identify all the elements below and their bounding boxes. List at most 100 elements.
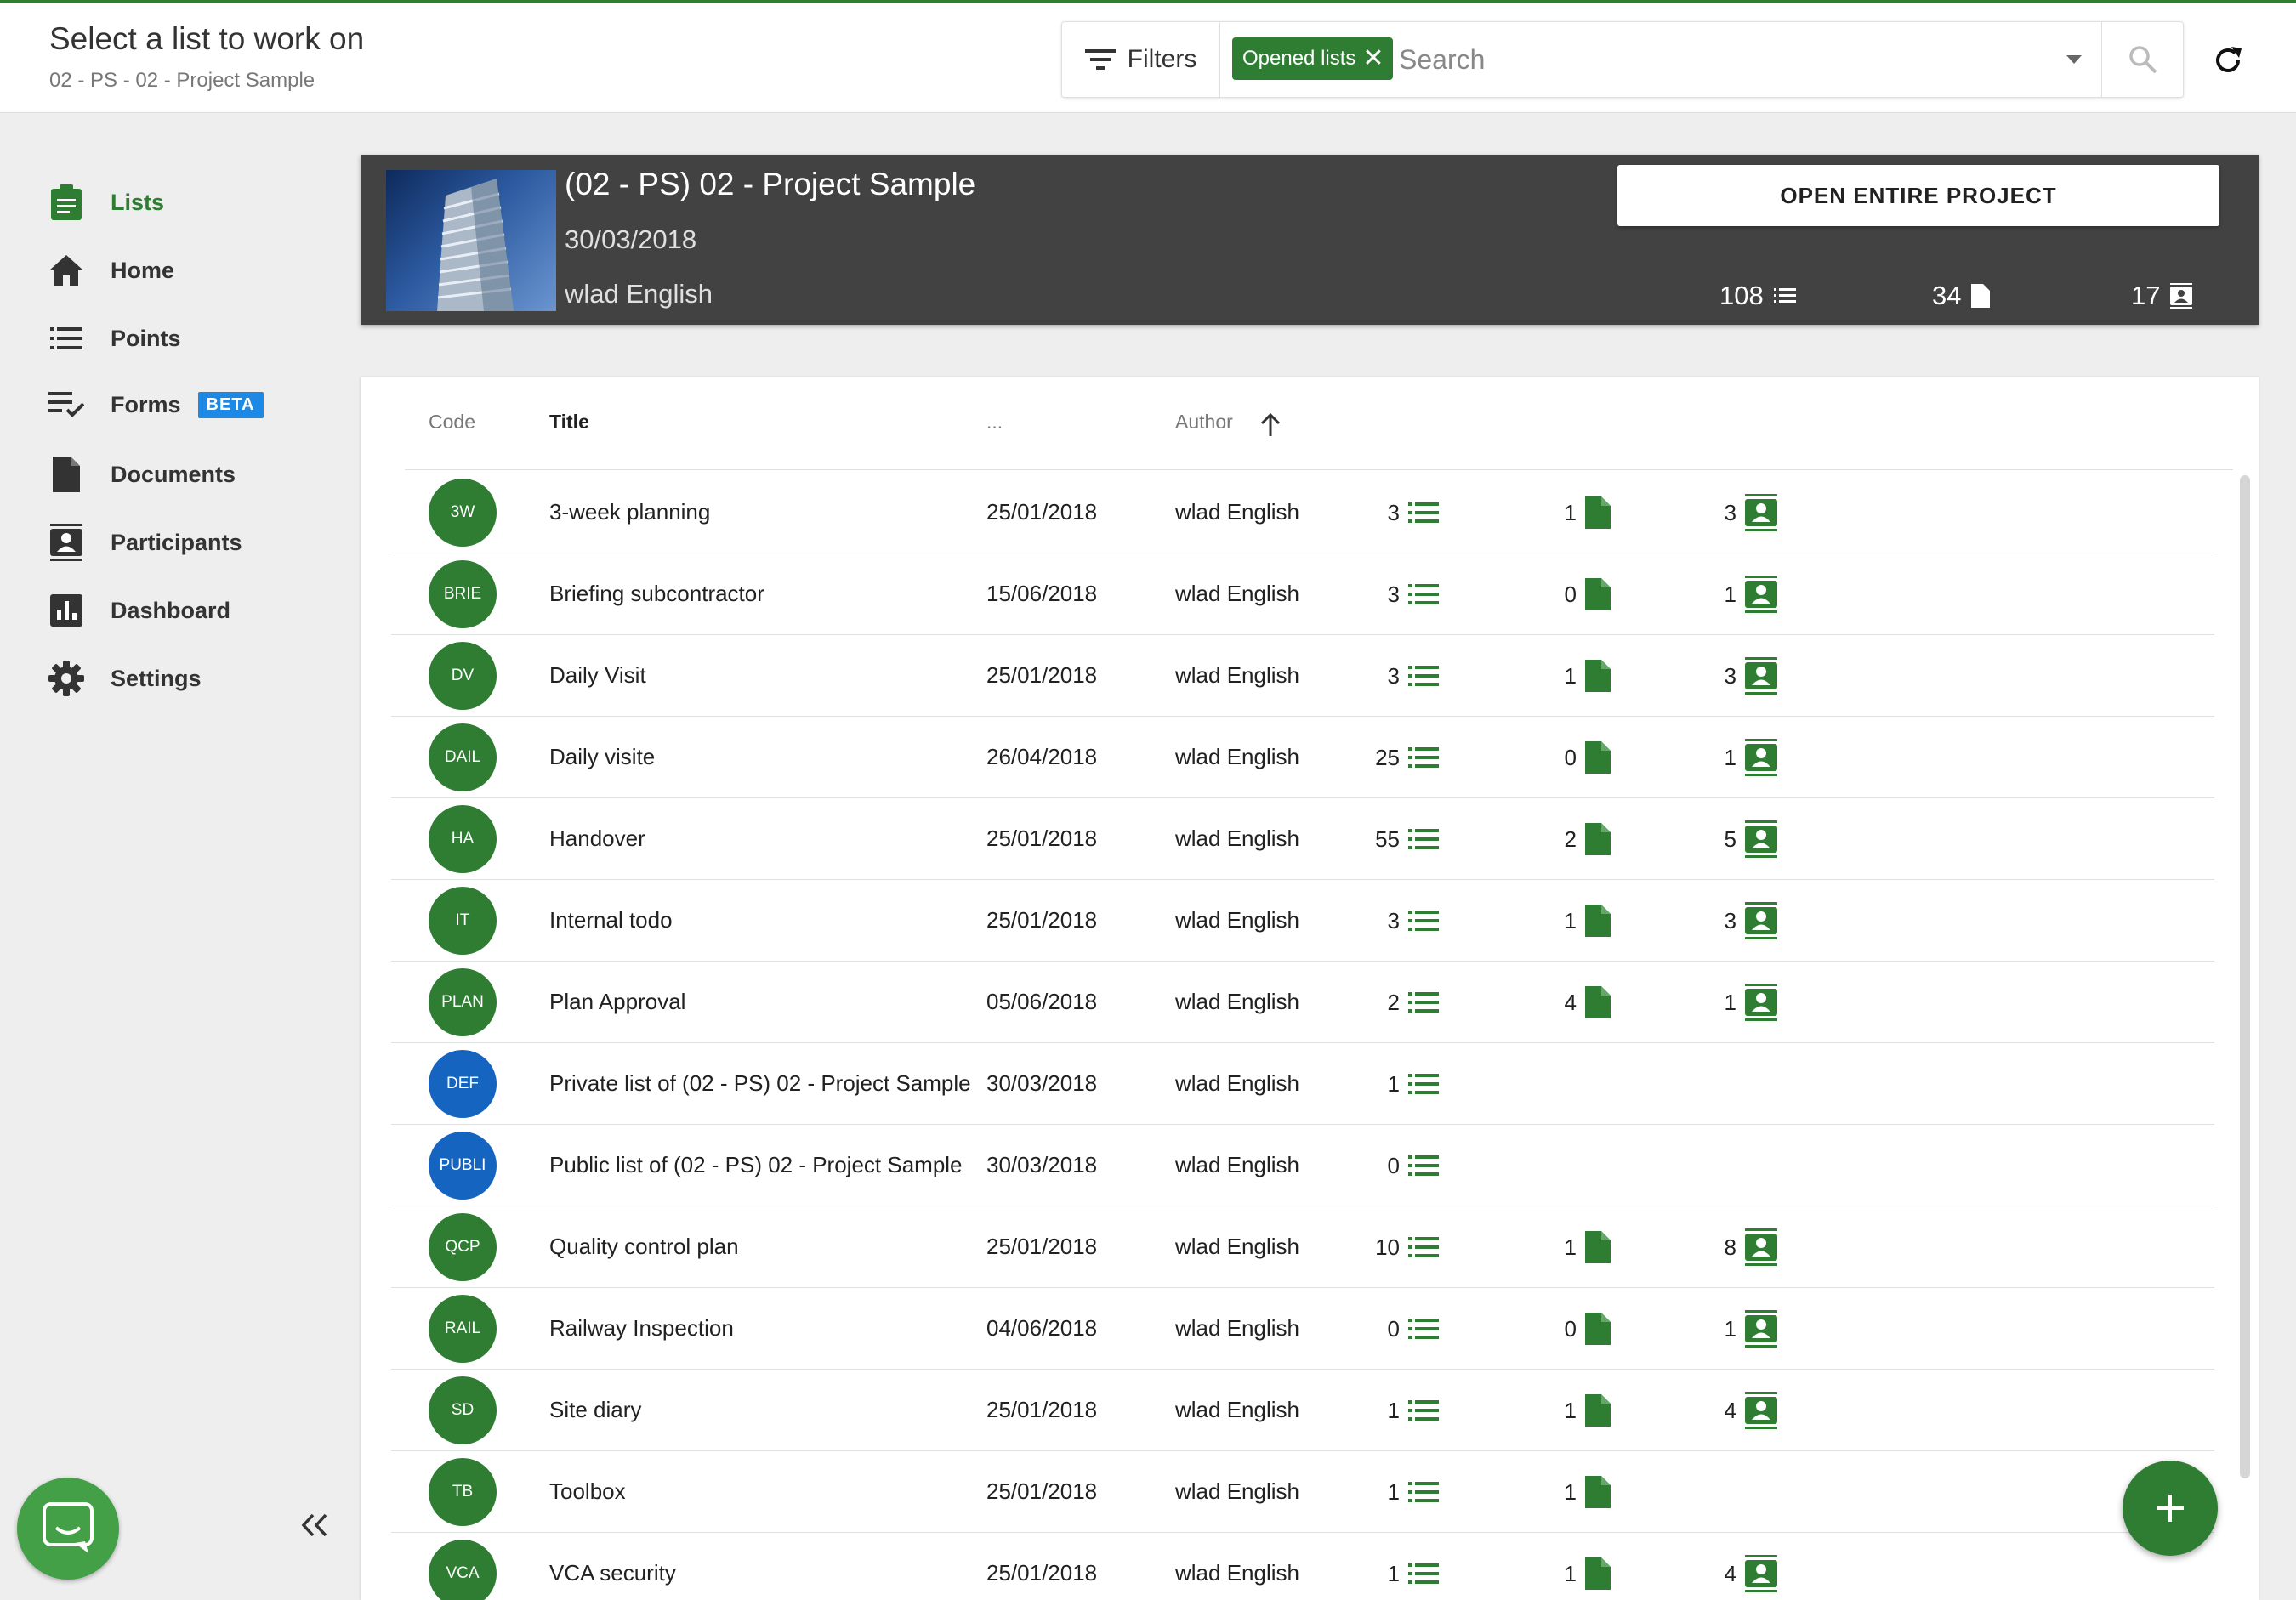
sidebar-item-documents[interactable]: Documents — [48, 449, 320, 500]
table-row[interactable]: HA Handover 25/01/2018 wlad English 55 2 5 — [391, 798, 2214, 880]
list-author: wlad English — [1175, 989, 1299, 1014]
table-row[interactable]: PUBLI Public list of (02 - PS) 02 - Proje… — [391, 1125, 2214, 1206]
participants-count: 4 — [1650, 1388, 1777, 1433]
participants-count: 3 — [1650, 654, 1777, 698]
points-count: 1 — [1327, 1388, 1439, 1433]
list-code-avatar: DAIL — [429, 723, 497, 791]
list-icon — [1408, 1482, 1439, 1502]
points-value: 3 — [1387, 907, 1400, 933]
refresh-button[interactable] — [2202, 35, 2253, 86]
sidebar-item-label: Participants — [111, 529, 242, 555]
table-row[interactable]: SD Site diary 25/01/2018 wlad English 1 1 4 — [391, 1370, 2214, 1451]
participants-count: 5 — [1650, 817, 1777, 861]
participants-value: 1 — [1724, 744, 1736, 770]
contacts-icon — [1745, 1555, 1777, 1592]
points-count: 55 — [1327, 817, 1439, 861]
participants-value: 8 — [1724, 1234, 1736, 1260]
column-header-code[interactable]: Code — [429, 411, 475, 434]
table-row[interactable]: DAIL Daily visite 26/04/2018 wlad English 25… — [391, 717, 2214, 798]
column-header-date[interactable]: ... — [986, 411, 1003, 434]
list-icon — [1408, 1319, 1439, 1339]
list-icon — [1408, 1400, 1439, 1421]
document-icon — [1971, 284, 1991, 308]
sidebar-item-forms[interactable]: Forms BETA — [48, 379, 320, 430]
table-row[interactable]: VCA VCA security 25/01/2018 wlad English 1 1 4 — [391, 1533, 2214, 1600]
list-icon — [1408, 829, 1439, 849]
list-date: 25/01/2018 — [986, 1560, 1098, 1586]
table-row[interactable]: PLAN Plan Approval 05/06/2018 wlad English 2… — [391, 962, 2214, 1043]
dropdown-arrow-icon[interactable] — [2049, 39, 2100, 80]
list-author: wlad English — [1175, 1560, 1299, 1586]
participants-value: 5 — [1724, 826, 1736, 852]
documents-count: 0 — [1485, 735, 1611, 780]
add-list-button[interactable] — [2123, 1461, 2218, 1556]
sidebar-item-settings[interactable]: Settings — [48, 653, 320, 704]
points-count: 2 — [1327, 980, 1439, 1024]
table-row[interactable]: TB Toolbox 25/01/2018 wlad English 1 1 — [391, 1451, 2214, 1533]
filters-button[interactable]: Filters — [1062, 22, 1220, 97]
contacts-icon — [1745, 494, 1777, 531]
close-icon[interactable]: ✕ — [1362, 46, 1384, 71]
documents-count: 1 — [1485, 1388, 1611, 1433]
table-row[interactable]: RAIL Railway Inspection 04/06/2018 wlad Eng… — [391, 1288, 2214, 1370]
points-value: 25 — [1375, 744, 1400, 770]
sidebar-item-lists[interactable]: Lists — [48, 177, 320, 228]
documents-value: 4 — [1564, 989, 1577, 1015]
participants-value: 3 — [1724, 499, 1736, 525]
document-icon — [1585, 578, 1611, 610]
search-button[interactable] — [2101, 22, 2184, 97]
points-count: 10 — [1327, 1225, 1439, 1269]
open-entire-project-button[interactable]: OPEN ENTIRE PROJECT — [1617, 165, 2219, 226]
list-icon — [48, 320, 85, 357]
list-title: Site diary — [549, 1397, 642, 1422]
list-author: wlad English — [1175, 1478, 1299, 1504]
list-date: 05/06/2018 — [986, 989, 1098, 1014]
list-icon — [1408, 584, 1439, 604]
sort-ascending-icon[interactable] — [1260, 412, 1281, 436]
documents-value: 0 — [1564, 581, 1577, 607]
chat-button[interactable] — [17, 1478, 119, 1580]
list-title: Public list of (02 - PS) 02 - Project Sa… — [549, 1152, 963, 1177]
column-header-title[interactable]: Title — [549, 411, 589, 434]
document-icon — [1585, 1231, 1611, 1263]
gear-icon — [48, 660, 85, 697]
documents-value: 1 — [1564, 1478, 1577, 1505]
list-icon — [1408, 1237, 1439, 1257]
sidebar-item-label: Points — [111, 325, 181, 351]
column-header-author[interactable]: Author — [1175, 411, 1233, 434]
list-title: Daily Visit — [549, 662, 646, 688]
sidebar-item-dashboard[interactable]: Dashboard — [48, 585, 320, 636]
list-code-avatar: 3W — [429, 479, 497, 547]
list-date: 25/01/2018 — [986, 499, 1098, 525]
list-date: 25/01/2018 — [986, 1478, 1098, 1504]
document-icon — [1585, 1557, 1611, 1590]
search-input[interactable] — [1399, 39, 2045, 80]
scrollbar[interactable] — [2240, 475, 2250, 1478]
points-count: 3 — [1327, 654, 1439, 698]
sidebar-item-participants[interactable]: Participants — [48, 517, 320, 568]
contacts-icon — [1745, 902, 1777, 939]
table-row[interactable]: 3W 3-week planning 25/01/2018 wlad English 3… — [391, 472, 2214, 553]
sidebar-item-label: Forms — [111, 391, 181, 417]
points-value: 3 — [1387, 662, 1400, 689]
table-row[interactable]: IT Internal todo 25/01/2018 wlad English 3 1 3 — [391, 880, 2214, 962]
sidebar-item-points[interactable]: Points — [48, 313, 320, 364]
table-row[interactable]: BRIE Briefing subcontractor 15/06/2018 wlad… — [391, 553, 2214, 635]
document-icon — [1585, 660, 1611, 692]
collapse-sidebar-button[interactable] — [296, 1506, 333, 1544]
list-date: 25/01/2018 — [986, 907, 1098, 933]
list-title: Quality control plan — [549, 1234, 739, 1259]
points-value: 55 — [1375, 826, 1400, 852]
list-date: 25/01/2018 — [986, 1397, 1098, 1422]
participants-count: 1 — [1650, 1307, 1777, 1351]
table-row[interactable]: QCP Quality control plan 25/01/2018 wlad En… — [391, 1206, 2214, 1288]
page-title: Select a list to work on — [49, 21, 365, 56]
table-row[interactable]: DV Daily Visit 25/01/2018 wlad English 3 1 3 — [391, 635, 2214, 717]
double-chevron-left-icon — [301, 1513, 327, 1537]
table-row[interactable]: DEF Private list of (02 - PS) 02 - Projec… — [391, 1043, 2214, 1125]
chat-icon — [43, 1502, 94, 1553]
points-count: 0 — [1327, 1307, 1439, 1351]
sidebar-item-home[interactable]: Home — [48, 245, 320, 296]
participants-count: 1 — [1650, 980, 1777, 1024]
documents-value: 1 — [1564, 1560, 1577, 1586]
